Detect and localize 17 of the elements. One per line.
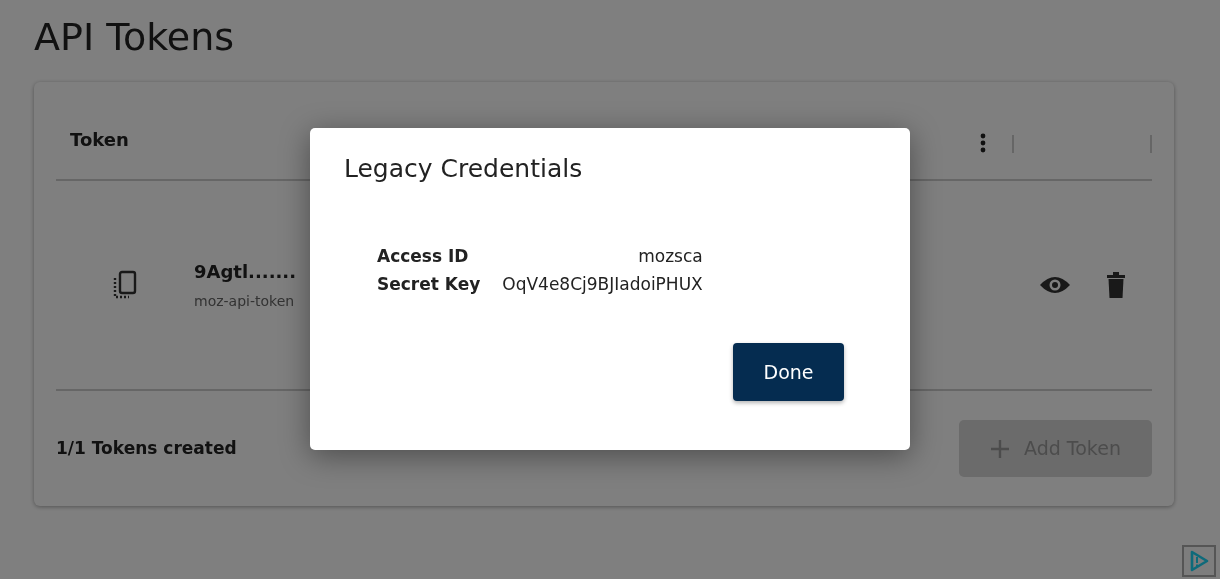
token-value: 9Agtl....... <box>194 260 296 284</box>
plus-icon <box>990 438 1011 459</box>
delete-icon[interactable] <box>1106 272 1126 298</box>
field-label: Secret Key <box>377 272 481 296</box>
field-value: mozsca <box>637 245 703 268</box>
page-title: API Tokens <box>34 14 236 60</box>
feedback-icon <box>1188 550 1210 572</box>
done-button[interactable]: Done <box>733 343 844 401</box>
tokens-count: 1/1 Tokens created <box>56 436 237 460</box>
token-name: moz-api-token <box>194 292 296 311</box>
field-value: OqV4e8Cj9BJIadoiPHUX <box>502 272 703 296</box>
copy-icon[interactable] <box>112 270 138 300</box>
field-label: Access ID <box>377 245 470 268</box>
more-options-icon[interactable] <box>980 133 986 153</box>
column-header: Token <box>69 128 129 152</box>
dialog-title: Legacy Credentials <box>344 154 584 184</box>
eye-icon[interactable] <box>1039 275 1071 295</box>
